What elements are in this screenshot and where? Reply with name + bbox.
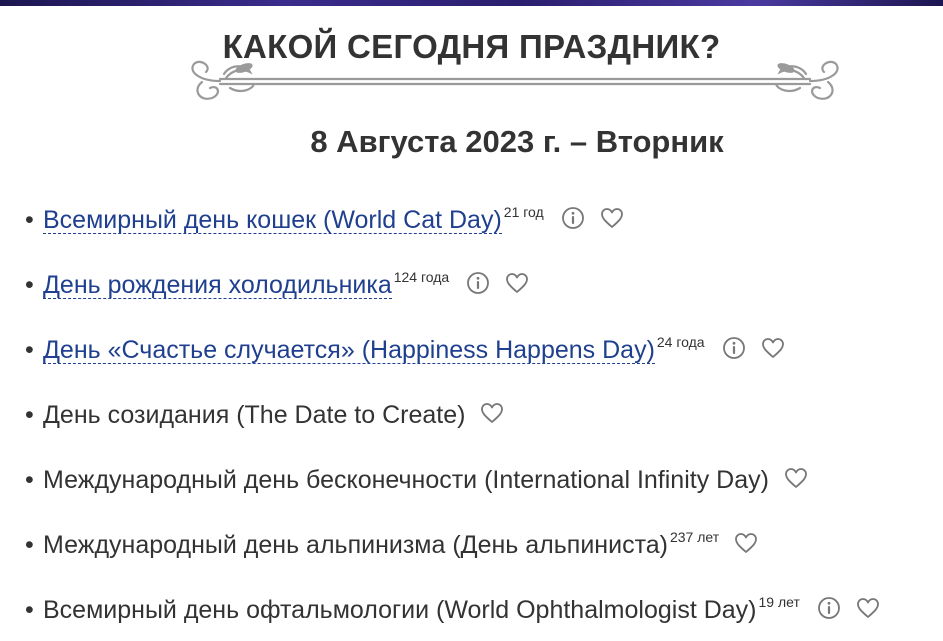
holiday-item: • Международный день бесконечности (Inter… — [25, 460, 808, 500]
bullet: • — [25, 401, 34, 429]
holiday-item: • Всемирный день офтальмологии (World Oph… — [25, 590, 880, 630]
holiday-age: 19 лет — [758, 594, 800, 610]
holiday-age: 24 года — [656, 334, 705, 350]
top-decorative-strip — [0, 0, 943, 6]
holiday-age: 237 лет — [669, 529, 720, 545]
holiday-name: День созидания (The Date to Create) — [43, 401, 466, 429]
bullet: • — [25, 206, 34, 234]
heart-outline-icon[interactable] — [600, 207, 624, 229]
heart-outline-icon[interactable] — [505, 272, 529, 294]
bullet: • — [25, 466, 34, 494]
info-circle-icon[interactable] — [466, 271, 490, 295]
heart-outline-icon[interactable] — [856, 597, 880, 619]
current-date-heading: 8 Августа 2023 г. – Вторник — [310, 124, 724, 159]
heart-outline-icon[interactable] — [784, 467, 808, 489]
holiday-link[interactable]: День рождения холодильника — [43, 272, 392, 299]
holiday-name: Международный день бесконечности (Intern… — [43, 466, 769, 494]
holiday-item: • День созидания (The Date to Create) — [25, 395, 504, 435]
holiday-link[interactable]: Всемирный день кошек (World Cat Day) — [43, 207, 502, 234]
holiday-age: 124 года — [393, 269, 450, 285]
holiday-name: Всемирный день офтальмологии (World Opht… — [43, 596, 757, 624]
holiday-link[interactable]: День «Счастье случается» (Happiness Happ… — [43, 337, 655, 364]
heart-outline-icon[interactable] — [734, 532, 758, 554]
holiday-age: 21 год — [503, 204, 544, 220]
holiday-name: Международный день альпинизма (День альп… — [43, 531, 668, 559]
bullet: • — [25, 336, 34, 364]
heart-outline-icon[interactable] — [761, 337, 785, 359]
info-circle-icon[interactable] — [722, 336, 746, 360]
flourish-divider-icon — [191, 60, 839, 100]
bullet: • — [25, 531, 34, 559]
holiday-item: • День рождения холодильника 124 года — [25, 265, 529, 305]
heart-outline-icon[interactable] — [480, 402, 504, 424]
holiday-item: • Международный день альпинизма (День аль… — [25, 525, 758, 565]
bullet: • — [25, 596, 34, 624]
holiday-item: • Всемирный день кошек (World Cat Day) 21 … — [25, 200, 624, 240]
holiday-item: • День «Счастье случается» (Happiness Hap… — [25, 330, 785, 370]
bullet: • — [25, 271, 34, 299]
info-circle-icon[interactable] — [561, 206, 585, 230]
info-circle-icon[interactable] — [817, 596, 841, 620]
